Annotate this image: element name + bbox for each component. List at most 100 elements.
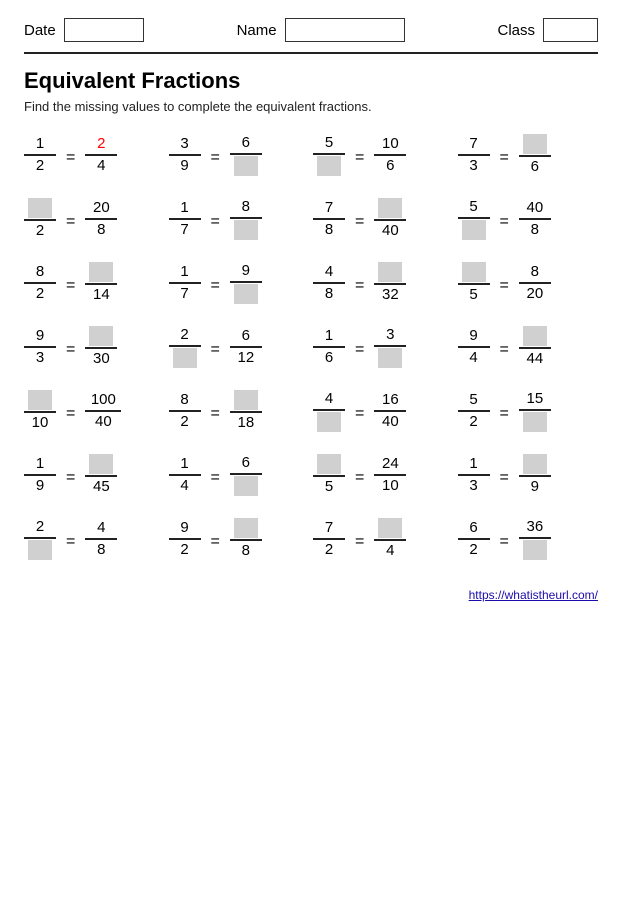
fraction-bottom: 3 xyxy=(460,477,488,495)
fraction-left-4-0: 10 xyxy=(24,390,56,432)
fraction-pair-2-0: 82=14 xyxy=(24,262,165,304)
fraction-left-0-1: 39 xyxy=(169,135,201,175)
fraction-left-2-3: 5 xyxy=(458,262,490,304)
fraction-left-0-3: 73 xyxy=(458,135,490,175)
fraction-top: 6 xyxy=(232,327,260,345)
fraction-top: 4 xyxy=(315,390,343,408)
fraction-bottom: 9 xyxy=(521,478,549,496)
fraction-row-1: 2=20817=878=405=408 xyxy=(24,198,598,240)
date-input[interactable] xyxy=(64,18,144,42)
fraction-bottom: 30 xyxy=(87,350,115,368)
equals-sign: = xyxy=(355,469,364,487)
fraction-right-5-1: 6 xyxy=(230,454,262,496)
answer-box xyxy=(173,348,197,368)
fraction-top: 6 xyxy=(232,134,260,152)
fraction-top: 1 xyxy=(171,455,199,473)
fraction-pair-2-1: 17=9 xyxy=(169,262,310,304)
answer-box xyxy=(378,198,402,218)
fraction-top: 9 xyxy=(460,327,488,345)
fraction-bottom xyxy=(232,220,260,240)
fraction-bottom xyxy=(315,156,343,176)
fraction-grid: 12=2439=65=10673=62=20817=878=405=40882=… xyxy=(24,134,598,560)
fraction-top xyxy=(315,454,343,474)
fraction-top: 2 xyxy=(87,135,115,153)
answer-box xyxy=(523,454,547,474)
page-subtitle: Find the missing values to complete the … xyxy=(24,99,598,114)
equals-sign: = xyxy=(500,533,509,551)
fraction-top: 8 xyxy=(171,391,199,409)
fraction-bottom: 8 xyxy=(232,542,260,560)
fraction-right-5-2: 2410 xyxy=(374,455,406,495)
equals-sign: = xyxy=(355,213,364,231)
fraction-bottom: 40 xyxy=(376,413,404,431)
fraction-bottom xyxy=(521,412,549,432)
fraction-left-4-3: 52 xyxy=(458,391,490,431)
fraction-bottom: 4 xyxy=(171,477,199,495)
fraction-row-5: 19=4514=65=241013=9 xyxy=(24,454,598,496)
fraction-row-6: 2=4892 = 8 72=462 = 36 xyxy=(24,518,598,560)
fraction-top: 100 xyxy=(89,391,117,409)
fraction-bottom: 2 xyxy=(460,541,488,559)
fraction-top xyxy=(376,518,404,538)
fraction-pair-4-0: 10=10040 xyxy=(24,390,165,432)
name-input[interactable] xyxy=(285,18,405,42)
fraction-right-0-0: 24 xyxy=(85,135,117,175)
fraction-left-6-1: 92 xyxy=(169,519,201,559)
answer-box xyxy=(523,326,547,346)
fraction-bottom: 40 xyxy=(89,413,117,431)
fraction-top xyxy=(521,134,549,154)
fraction-pair-0-2: 5 = 106 xyxy=(313,134,454,176)
fraction-bottom: 12 xyxy=(232,349,260,367)
fraction-bottom: 10 xyxy=(26,414,54,432)
fraction-pair-2-2: 48=32 xyxy=(313,262,454,304)
fraction-top: 8 xyxy=(521,263,549,281)
equals-sign: = xyxy=(66,149,75,167)
equals-sign: = xyxy=(500,277,509,295)
fraction-top: 4 xyxy=(87,519,115,537)
fraction-bottom xyxy=(315,412,343,432)
answer-box xyxy=(234,284,258,304)
fraction-right-1-3: 408 xyxy=(519,199,551,239)
fraction-bottom: 3 xyxy=(26,349,54,367)
fraction-pair-3-2: 16=3 xyxy=(313,326,454,368)
fraction-left-2-1: 17 xyxy=(169,263,201,303)
equals-sign: = xyxy=(355,341,364,359)
answer-box xyxy=(89,326,113,346)
fraction-top: 1 xyxy=(26,455,54,473)
fraction-top: 7 xyxy=(460,135,488,153)
fraction-bottom: 10 xyxy=(376,477,404,495)
name-label: Name xyxy=(237,22,277,39)
fraction-pair-2-3: 5=820 xyxy=(458,262,599,304)
fraction-left-6-0: 2 xyxy=(24,518,56,560)
fraction-top xyxy=(26,198,54,218)
fraction-right-0-2: 106 xyxy=(374,135,406,175)
fraction-pair-6-2: 72=4 xyxy=(313,518,454,560)
header: Date Name Class xyxy=(24,18,598,42)
fraction-top: 1 xyxy=(460,455,488,473)
fraction-left-5-3: 13 xyxy=(458,455,490,495)
fraction-bottom: 5 xyxy=(460,286,488,304)
fraction-top: 15 xyxy=(521,390,549,408)
fraction-bottom: 8 xyxy=(315,285,343,303)
equals-sign: = xyxy=(211,533,220,551)
fraction-bottom: 8 xyxy=(315,221,343,239)
equals-sign: = xyxy=(211,469,220,487)
fraction-top xyxy=(87,262,115,282)
fraction-bottom: 45 xyxy=(87,478,115,496)
fraction-pair-6-0: 2=48 xyxy=(24,518,165,560)
fraction-pair-5-2: 5=2410 xyxy=(313,454,454,496)
fraction-row-2: 82=1417=948=325=820 xyxy=(24,262,598,304)
fraction-top: 5 xyxy=(315,134,343,152)
fraction-bottom: 9 xyxy=(26,477,54,495)
fraction-right-4-3: 15 xyxy=(519,390,551,432)
fraction-left-3-2: 16 xyxy=(313,327,345,367)
class-input[interactable] xyxy=(543,18,598,42)
equals-sign: = xyxy=(355,149,364,167)
fraction-right-6-3: 36 xyxy=(519,518,551,560)
fraction-top: 1 xyxy=(26,135,54,153)
fraction-bottom: 7 xyxy=(171,221,199,239)
fraction-left-6-3: 62 xyxy=(458,519,490,559)
fraction-top xyxy=(87,326,115,346)
fraction-bottom: 3 xyxy=(460,157,488,175)
answer-box xyxy=(378,518,402,538)
